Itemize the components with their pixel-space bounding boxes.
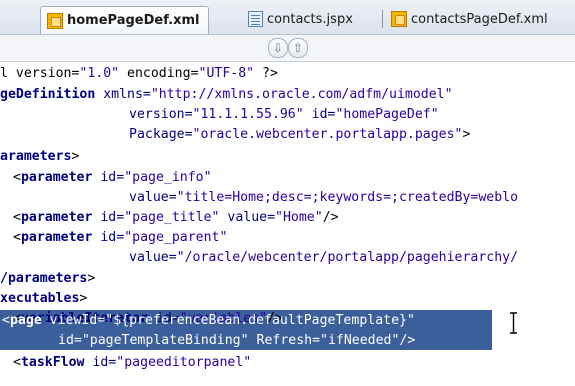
- code-token: "http://xmlns.oracle.com/adfm/uimodel": [150, 87, 453, 102]
- code-token: <: [13, 210, 21, 225]
- code-token: "oracle.webcenter.portalapp.pages": [192, 127, 463, 142]
- tab-home-page-def-xml[interactable]: homePageDef.xml: [40, 6, 209, 34]
- code-token: "title=Home;desc=;keywords=;createdBy=we…: [176, 190, 519, 205]
- code-token: xmlns=: [95, 87, 151, 102]
- code-token: parameter: [20, 230, 93, 245]
- code-token: "pageTemplateBinding": [81, 333, 249, 348]
- code-line: l version="1.0" encoding="UTF-8" ?>: [0, 64, 278, 83]
- tab-label: contactsPageDef.xml: [411, 11, 548, 27]
- code-token: "page_title": [124, 210, 220, 225]
- code-token: "page_info": [124, 170, 212, 185]
- code-token: >: [87, 271, 96, 286]
- code-token: Refresh=: [248, 333, 321, 348]
- code-token: "pageeditorpanel": [116, 355, 252, 370]
- xml-file-icon: [391, 11, 407, 27]
- code-token: "page_parent": [124, 230, 228, 245]
- code-token: version=: [129, 107, 193, 122]
- code-token: encoding=: [119, 66, 199, 81]
- code-token: id=: [303, 107, 336, 122]
- code-token: value=: [129, 250, 177, 265]
- code-token: id=: [84, 355, 117, 370]
- code-token: "homePageDef": [335, 107, 439, 122]
- code-token: arameters: [0, 149, 72, 164]
- nav-buttons: ⇩ ⇧: [268, 38, 308, 58]
- code-token: <: [13, 170, 21, 185]
- code-token: value=: [219, 210, 276, 225]
- code-token: id=: [92, 210, 125, 225]
- code-line: <taskFlow id="pageeditorpanel": [13, 353, 251, 372]
- code-line: value="title=Home;desc=;keywords=;create…: [129, 188, 518, 207]
- code-line: version="11.1.1.55.96" id="homePageDef": [129, 105, 439, 124]
- code-token: taskFlow: [20, 355, 85, 370]
- code-token: "${preferenceBean.defaultPageTemplate}": [105, 313, 415, 328]
- code-token: xecutables: [0, 291, 80, 306]
- xml-code-editor[interactable]: l version="1.0" encoding="UTF-8" ?> geDe…: [0, 62, 575, 386]
- code-token: >: [79, 291, 88, 306]
- code-token: >: [71, 149, 80, 164]
- code-token: parameter: [20, 170, 93, 185]
- code-token: <: [2, 313, 10, 328]
- code-line: <parameter id="page_parent": [13, 228, 227, 247]
- xml-file-icon: [47, 12, 63, 29]
- code-token: <: [13, 230, 21, 245]
- editor-tab-bar: homePageDef.xml contacts.jspx contactsPa…: [0, 0, 575, 35]
- code-token: <: [13, 355, 21, 370]
- code-token: parameter: [20, 210, 93, 225]
- code-token: value=: [129, 190, 177, 205]
- tab-label: homePageDef.xml: [67, 13, 200, 28]
- code-token: "ifNeeded": [320, 333, 400, 348]
- code-token: ?>: [254, 66, 278, 81]
- code-line: arameters>: [0, 147, 79, 166]
- code-token: />: [399, 333, 416, 348]
- code-token: "1.0": [79, 66, 120, 81]
- code-line: Package="oracle.webcenter.portalapp.page…: [129, 125, 470, 144]
- code-token: />: [322, 210, 339, 225]
- code-token: "UTF-8": [198, 66, 255, 81]
- selected-code-line: id="pageTemplateBinding" Refresh="ifNeed…: [58, 331, 415, 350]
- code-line: /parameters>: [0, 269, 95, 288]
- tab-separator: [382, 10, 383, 28]
- code-token: "Home": [275, 210, 323, 225]
- navigate-down-icon[interactable]: ⇩: [268, 38, 288, 58]
- code-token: l version=: [0, 66, 80, 81]
- code-token: Package=: [129, 127, 193, 142]
- tab-label: contacts.jspx: [267, 11, 353, 27]
- code-line: geDefinition xmlns="http://xmlns.oracle.…: [0, 85, 453, 104]
- code-token: "11.1.1.55.96": [192, 107, 304, 122]
- code-line: value="/oracle/webcenter/portalapp/pageh…: [129, 248, 518, 267]
- code-token: id=: [92, 170, 125, 185]
- code-token: >: [462, 127, 471, 142]
- code-token: id=: [92, 230, 125, 245]
- code-line: xecutables>: [0, 289, 87, 308]
- code-token: "/oracle/webcenter/portalapp/pagehierarc…: [176, 250, 519, 265]
- text-cursor-icon: [510, 312, 517, 334]
- code-line: <parameter id="page_info": [13, 168, 212, 187]
- code-token: page: [9, 313, 42, 328]
- navigate-up-icon[interactable]: ⇧: [288, 38, 308, 58]
- code-token: id=: [58, 333, 82, 348]
- code-token: /parameters: [0, 271, 88, 286]
- tab-contacts-jspx[interactable]: contacts.jspx: [242, 6, 361, 32]
- tab-contacts-page-def-xml[interactable]: contactsPageDef.xml: [385, 6, 556, 32]
- jspx-file-icon: [248, 11, 263, 27]
- navigation-bar: ⇩ ⇧: [0, 35, 575, 62]
- selected-code-line: <page viewId="${preferenceBean.defaultPa…: [2, 311, 415, 330]
- code-token: viewId=: [41, 313, 106, 328]
- code-token: geDefinition: [0, 87, 96, 102]
- code-line: <parameter id="page_title" value="Home"/…: [13, 208, 339, 227]
